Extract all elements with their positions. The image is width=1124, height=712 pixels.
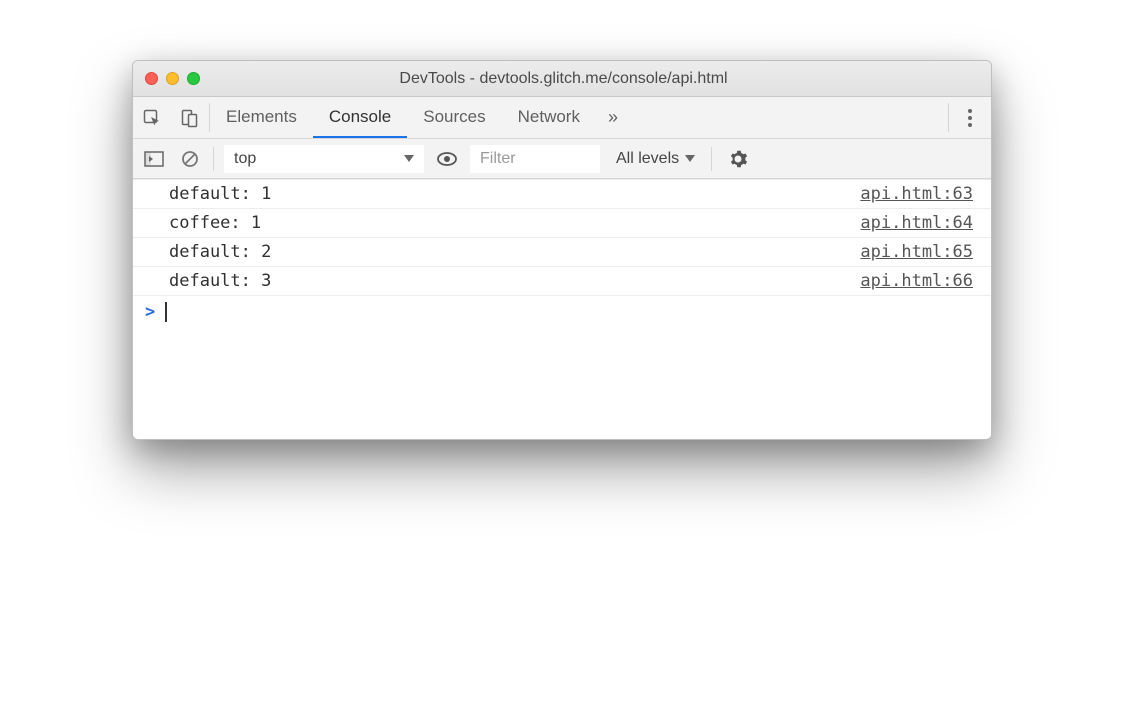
devtools-tabbar: Elements Console Sources Network »: [133, 97, 991, 139]
window-maximize-button[interactable]: [187, 72, 200, 85]
log-source-link[interactable]: api.html:65: [860, 242, 973, 262]
tab-network[interactable]: Network: [502, 97, 596, 138]
tab-sources[interactable]: Sources: [407, 97, 501, 138]
traffic-lights: [145, 72, 200, 85]
chevron-down-icon: [404, 155, 414, 162]
log-message: default: 2: [169, 242, 271, 262]
log-levels-selector[interactable]: All levels: [610, 150, 701, 168]
devtools-window: DevTools - devtools.glitch.me/console/ap…: [132, 60, 992, 440]
log-row: coffee: 1 api.html:64: [133, 209, 991, 238]
panel-tabs: Elements Console Sources Network: [210, 97, 596, 138]
text-cursor: [165, 302, 167, 322]
window-close-button[interactable]: [145, 72, 158, 85]
window-title: DevTools - devtools.glitch.me/console/ap…: [208, 70, 979, 88]
tab-console[interactable]: Console: [313, 97, 407, 138]
chevron-down-icon: [685, 155, 695, 162]
execution-context-selector[interactable]: top: [224, 145, 424, 173]
log-row: default: 3 api.html:66: [133, 267, 991, 296]
log-source-link[interactable]: api.html:66: [860, 271, 973, 291]
log-row: default: 1 api.html:63: [133, 179, 991, 209]
divider: [711, 147, 712, 171]
window-minimize-button[interactable]: [166, 72, 179, 85]
log-source-link[interactable]: api.html:63: [860, 184, 973, 204]
clear-console-icon[interactable]: [177, 146, 203, 172]
console-toolbar: top All levels: [133, 139, 991, 179]
prompt-caret-icon: >: [145, 302, 155, 322]
window-titlebar: DevTools - devtools.glitch.me/console/ap…: [133, 61, 991, 97]
console-prompt[interactable]: >: [133, 296, 991, 328]
log-message: default: 3: [169, 271, 271, 291]
tab-elements[interactable]: Elements: [210, 97, 313, 138]
execution-context-label: top: [234, 150, 256, 168]
console-settings-icon[interactable]: [722, 149, 754, 169]
console-output: default: 1 api.html:63 coffee: 1 api.htm…: [133, 179, 991, 439]
inspect-element-icon[interactable]: [133, 97, 171, 138]
device-toolbar-icon[interactable]: [171, 97, 209, 138]
filter-input[interactable]: [470, 145, 600, 173]
live-expression-icon[interactable]: [434, 146, 460, 172]
log-message: default: 1: [169, 184, 271, 204]
log-message: coffee: 1: [169, 213, 261, 233]
console-sidebar-toggle-icon[interactable]: [141, 146, 167, 172]
log-levels-label: All levels: [616, 150, 679, 168]
divider: [213, 147, 214, 171]
more-options-button[interactable]: [949, 97, 991, 138]
log-row: default: 2 api.html:65: [133, 238, 991, 267]
log-source-link[interactable]: api.html:64: [860, 213, 973, 233]
tabs-overflow-button[interactable]: »: [596, 97, 630, 138]
